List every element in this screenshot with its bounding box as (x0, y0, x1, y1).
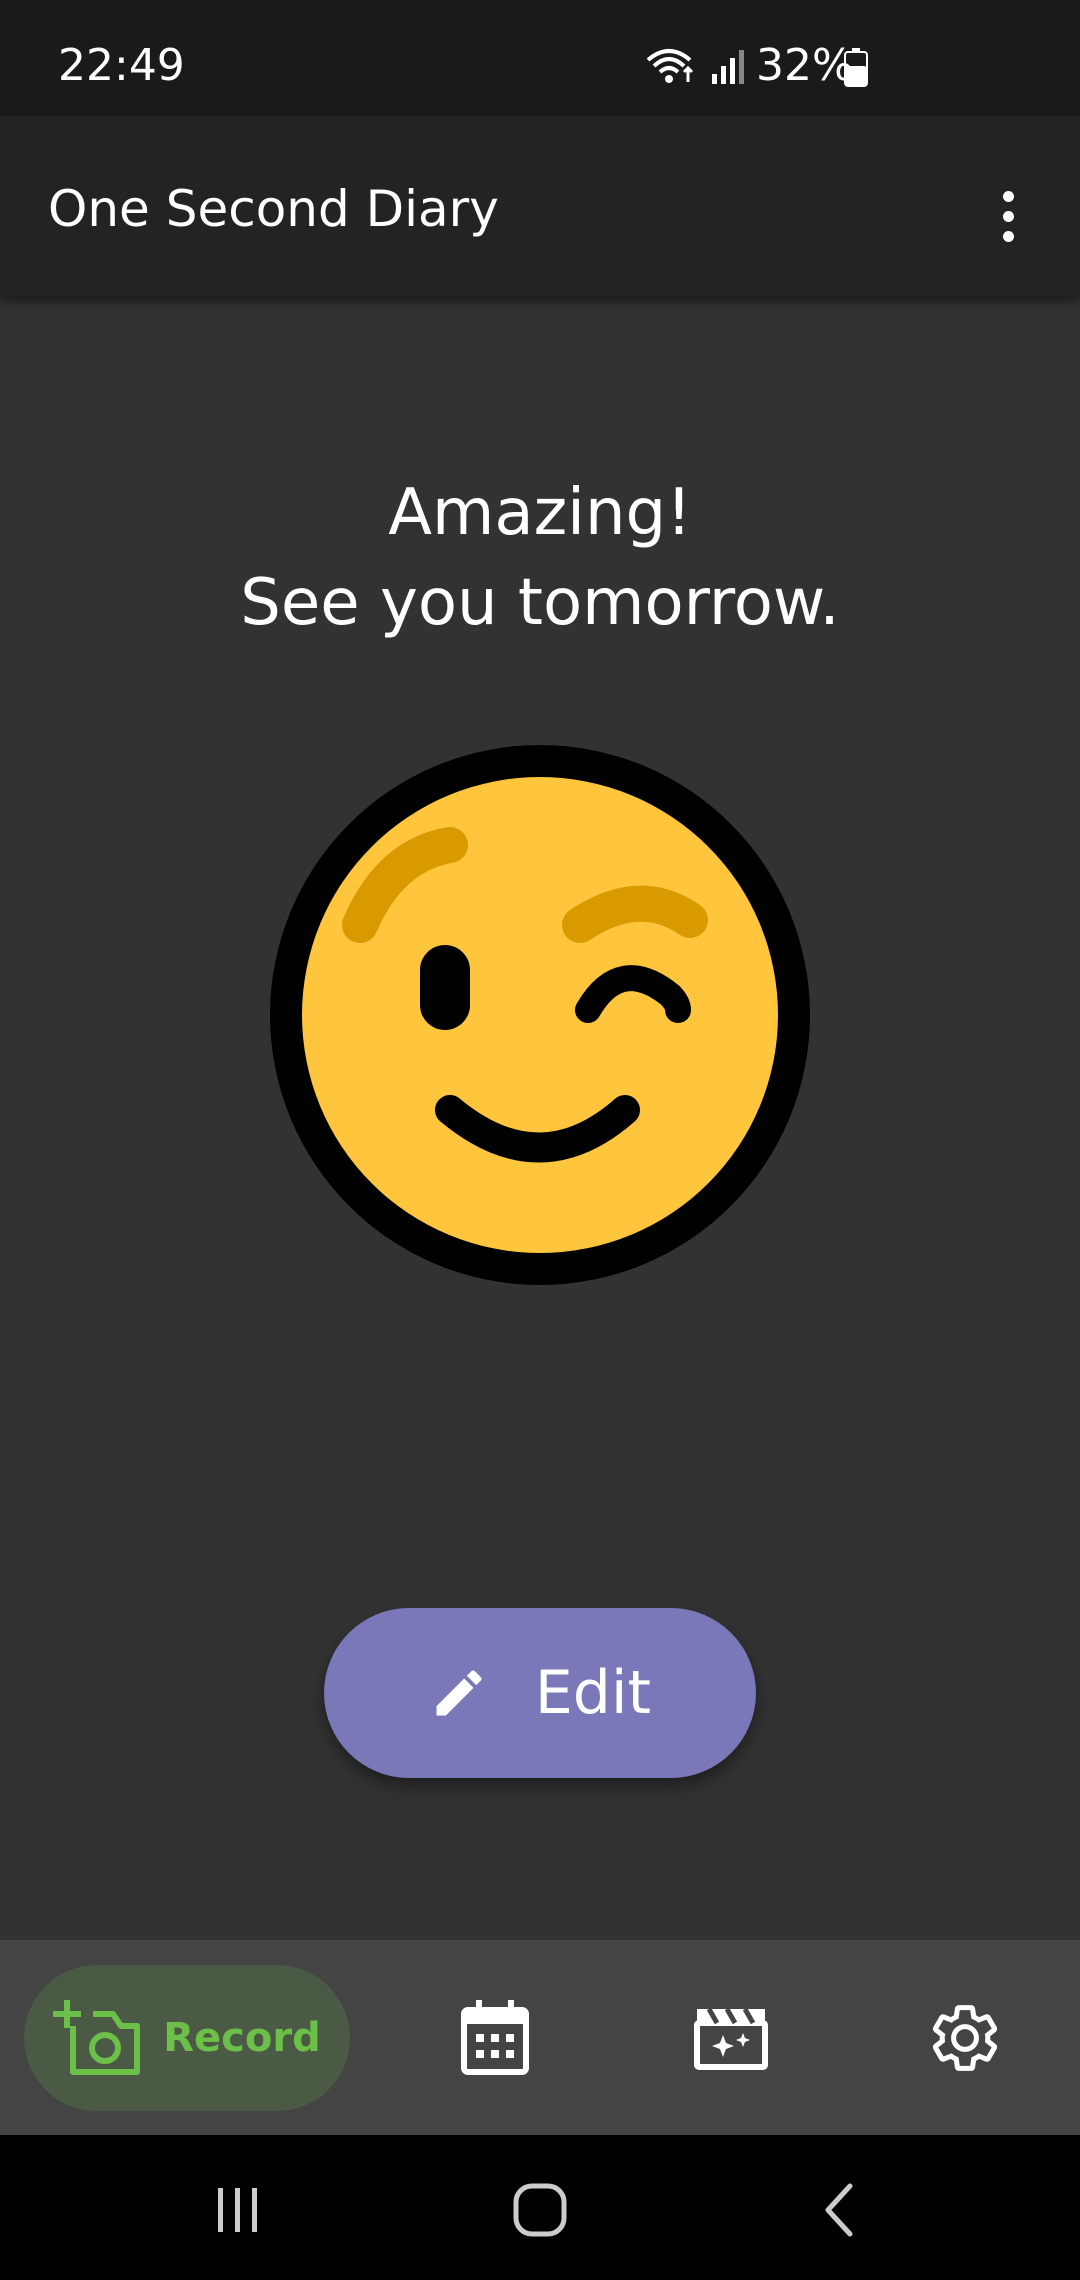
nav-item-settings[interactable] (892, 1965, 1038, 2111)
system-nav-bar (0, 2135, 1080, 2280)
battery-icon (844, 48, 868, 87)
edit-button[interactable]: Edit (324, 1608, 756, 1778)
bottom-nav: Record (0, 1940, 1080, 2135)
app-bar: One Second Diary (0, 116, 1080, 296)
add-camera-icon (53, 2000, 141, 2075)
home-icon[interactable] (490, 2160, 590, 2260)
status-bar: 22:49 32% (0, 0, 1080, 116)
message-line-2: See you tomorrow. (240, 566, 840, 640)
recent-apps-icon[interactable] (188, 2160, 288, 2260)
calendar-icon (461, 2000, 529, 2075)
battery-percent: 32% (756, 40, 854, 91)
signal-icon (712, 50, 744, 84)
menu-dot (1002, 230, 1014, 242)
edit-label: Edit (534, 1658, 652, 1728)
nav-item-record[interactable]: Record (24, 1965, 350, 2111)
app-title: One Second Diary (48, 180, 499, 238)
completion-message: Amazing! See you tomorrow. (0, 468, 1080, 648)
status-time: 22:49 (58, 40, 185, 91)
settings-icon (932, 2005, 998, 2071)
menu-dot (1002, 190, 1014, 202)
nav-record-label: Record (163, 2015, 321, 2061)
back-icon[interactable] (792, 2160, 892, 2260)
movie-sparkle-icon (694, 2007, 768, 2070)
wifi-icon (646, 49, 694, 83)
message-line-1: Amazing! (388, 476, 692, 550)
winking-face-emoji (270, 745, 810, 1285)
menu-dot (1002, 210, 1014, 222)
nav-item-calendar[interactable] (422, 1965, 568, 2111)
status-icons: 32% (644, 40, 904, 91)
pencil-icon (436, 1670, 482, 1716)
more-vert-icon[interactable] (986, 176, 1030, 256)
nav-item-movie[interactable] (658, 1965, 804, 2111)
